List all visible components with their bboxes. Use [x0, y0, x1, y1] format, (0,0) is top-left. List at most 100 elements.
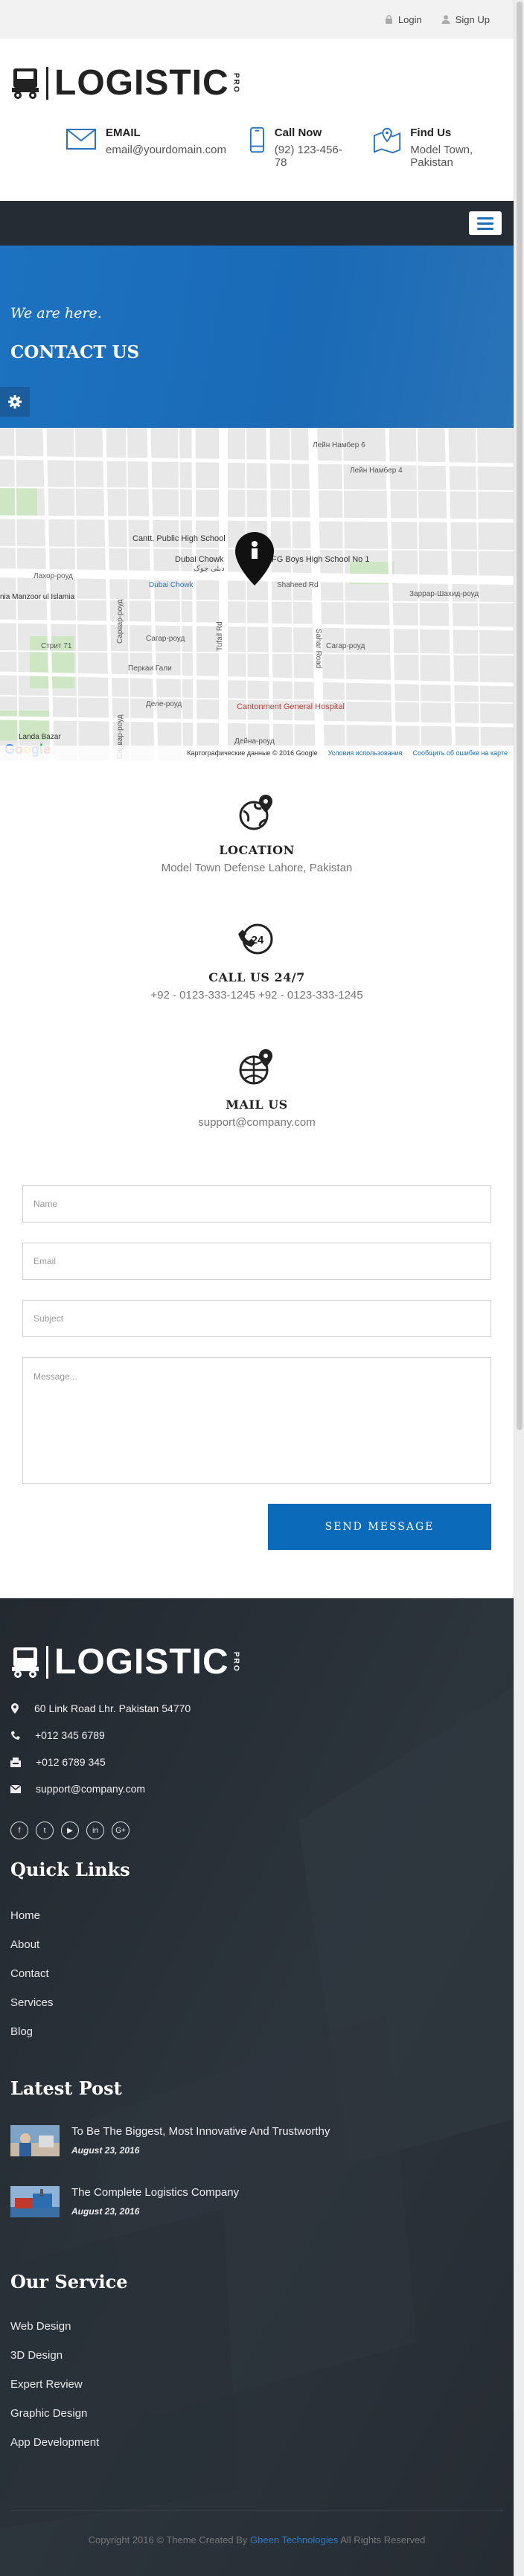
- header-find-title: Find Us: [410, 126, 452, 139]
- footer-address: 60 Link Road Lhr. Pakistan 54770: [10, 1702, 191, 1714]
- hamburger-menu-button[interactable]: [469, 211, 502, 235]
- map-label: Лейн Намбер 6: [313, 440, 365, 449]
- map-label: Лейн Намбер 4: [350, 466, 403, 475]
- envelope-icon: [66, 129, 96, 150]
- service-link-app-development[interactable]: App Development: [10, 2436, 99, 2449]
- top-bar: Login Sign Up: [0, 0, 514, 39]
- post-date: August 23, 2016: [71, 2145, 140, 2156]
- call-title: CALL US 24/7: [208, 970, 305, 984]
- google-map[interactable]: Лейн Намбер 6 Лейн Намбер 4 Cantt. Publi…: [0, 428, 514, 760]
- map-label: Dubai Chowk: [149, 581, 194, 589]
- service-link-web-design[interactable]: Web Design: [10, 2320, 71, 2333]
- call-value[interactable]: +92 - 0123-333-1245 +92 - 0123-333-1245: [0, 989, 514, 1002]
- post-title[interactable]: To Be The Biggest, Most Innovative And T…: [71, 2125, 330, 2138]
- footer-link-blog[interactable]: Blog: [10, 2025, 33, 2038]
- mail-value[interactable]: support@company.com: [0, 1116, 514, 1129]
- signup-link[interactable]: Sign Up: [441, 14, 490, 25]
- fax-icon: [10, 1757, 21, 1767]
- footer-logo-pro: PRO: [231, 1652, 240, 1673]
- google-plus-icon[interactable]: G+: [112, 1822, 130, 1839]
- facebook-icon[interactable]: f: [10, 1822, 28, 1839]
- latest-post-item[interactable]: To Be The Biggest, Most Innovative And T…: [10, 2125, 330, 2156]
- mail-title: MAIL US: [226, 1098, 288, 1112]
- footer-email-text[interactable]: support@company.com: [36, 1783, 145, 1795]
- globe-pin-icon: [239, 795, 272, 830]
- map-label: دبئی چوک: [194, 565, 225, 573]
- footer-link-home[interactable]: Home: [10, 1909, 40, 1922]
- map-data-credit: Картографические данные © 2016 Google: [187, 749, 318, 757]
- location-title: LOCATION: [219, 843, 295, 857]
- truck-logo-icon: [12, 68, 39, 99]
- map-label: Shaheed Rd: [277, 581, 319, 589]
- map-report-link[interactable]: Сообщить об ошибке на карте: [413, 749, 508, 757]
- service-link-3d-design[interactable]: 3D Design: [10, 2349, 63, 2362]
- mail-block: MAIL US support@company.com: [0, 1048, 514, 1129]
- logo-text: LOGISTIC: [54, 63, 229, 103]
- latest-post-item[interactable]: The Complete Logistics Company August 23…: [10, 2186, 239, 2217]
- latest-post-heading: Latest Post: [10, 2077, 122, 2099]
- footer-link-services[interactable]: Services: [10, 1996, 54, 2009]
- header-email-title: EMAIL: [106, 126, 141, 139]
- login-label: Login: [397, 13, 422, 25]
- truck-logo-icon: [12, 1647, 39, 1678]
- name-field[interactable]: Name: [22, 1185, 491, 1223]
- subject-field[interactable]: Subject: [22, 1300, 491, 1337]
- post-thumbnail: [10, 2186, 60, 2217]
- footer-fax-text: +012 6789 345: [36, 1756, 106, 1768]
- copyright-brand-link[interactable]: Gbeen Technologies: [250, 2534, 338, 2545]
- header-email-value[interactable]: email@yourdomain.com: [106, 144, 226, 156]
- copyright: Copyright 2016 © Theme Created By Gbeen …: [0, 2534, 514, 2545]
- mobile-phone-icon: [249, 126, 264, 153]
- footer-address-text: 60 Link Road Lhr. Pakistan 54770: [34, 1702, 191, 1714]
- site-logo[interactable]: LOGISTIC PRO: [10, 65, 240, 101]
- call-block: 24 CALL US 24/7 +92 - 0123-333-1245 +92 …: [0, 920, 514, 1002]
- header-call-value[interactable]: (92) 123-456-78: [275, 144, 351, 169]
- header-call: Call Now (92) 123-456-78: [249, 126, 351, 169]
- footer-phone-text[interactable]: +012 345 6789: [35, 1729, 105, 1741]
- send-message-button[interactable]: SEND MESSAGE: [268, 1504, 491, 1550]
- hamburger-line: [477, 227, 493, 230]
- logo-separator: [46, 67, 48, 100]
- logo-separator: [46, 1646, 48, 1679]
- login-link[interactable]: Login: [385, 14, 422, 25]
- header-email: EMAIL email@yourdomain.com: [66, 126, 226, 169]
- settings-toggle-button[interactable]: [0, 387, 30, 417]
- map-label: Перкаи Гали: [128, 664, 172, 673]
- footer-link-contact[interactable]: Contact: [10, 1967, 49, 1980]
- our-service-heading: Our Service: [10, 2271, 128, 2293]
- envelope-icon: [10, 1784, 21, 1793]
- footer-logo[interactable]: LOGISTIC PRO: [10, 1644, 240, 1680]
- footer-email: support@company.com: [10, 1783, 145, 1795]
- email-field[interactable]: Email: [22, 1243, 491, 1280]
- lock-icon: [385, 15, 392, 24]
- scrollbar-thumb[interactable]: [517, 1, 523, 1430]
- call-badge: 24: [252, 934, 264, 946]
- linkedin-icon[interactable]: in: [86, 1822, 104, 1839]
- hamburger-line: [477, 217, 493, 220]
- service-link-graphic-design[interactable]: Graphic Design: [10, 2407, 87, 2420]
- twitter-icon[interactable]: t: [36, 1822, 54, 1839]
- message-field[interactable]: Message...: [22, 1357, 491, 1484]
- map-label: Заррар-Шахид-роуд: [409, 590, 479, 598]
- map-label: Sahar Road: [314, 629, 322, 668]
- location-value: Model Town Defense Lahore, Pakistan: [161, 862, 353, 874]
- youtube-icon[interactable]: ▶: [61, 1822, 79, 1839]
- map-terms-link[interactable]: Условия использования: [328, 749, 403, 757]
- map-label: Стрит 71: [41, 642, 72, 650]
- footer-logo-text: LOGISTIC: [54, 1642, 229, 1682]
- service-link-expert-review[interactable]: Expert Review: [10, 2378, 83, 2391]
- footer-link-about[interactable]: About: [10, 1938, 39, 1951]
- page-scrollbar[interactable]: [514, 0, 524, 2576]
- post-title[interactable]: The Complete Logistics Company: [71, 2186, 239, 2199]
- post-thumbnail: [10, 2125, 60, 2156]
- signup-label: Sign Up: [455, 13, 490, 25]
- map-label: Сарвар-роуд: [116, 599, 124, 644]
- header-find: Find Us Model Town, Pakistan: [373, 126, 514, 169]
- hero-subtitle: We are here.: [10, 305, 102, 321]
- contact-form: Name Email Subject Message... SEND MESSA…: [0, 1185, 514, 1550]
- header-contacts: EMAIL email@yourdomain.com Call Now (92)…: [66, 126, 514, 169]
- map-label: Cantonment General Hospital: [237, 702, 345, 711]
- map-label: Сагар-роуд: [146, 635, 185, 643]
- user-icon: [441, 15, 450, 24]
- map-label: Tufail Rd: [216, 621, 224, 651]
